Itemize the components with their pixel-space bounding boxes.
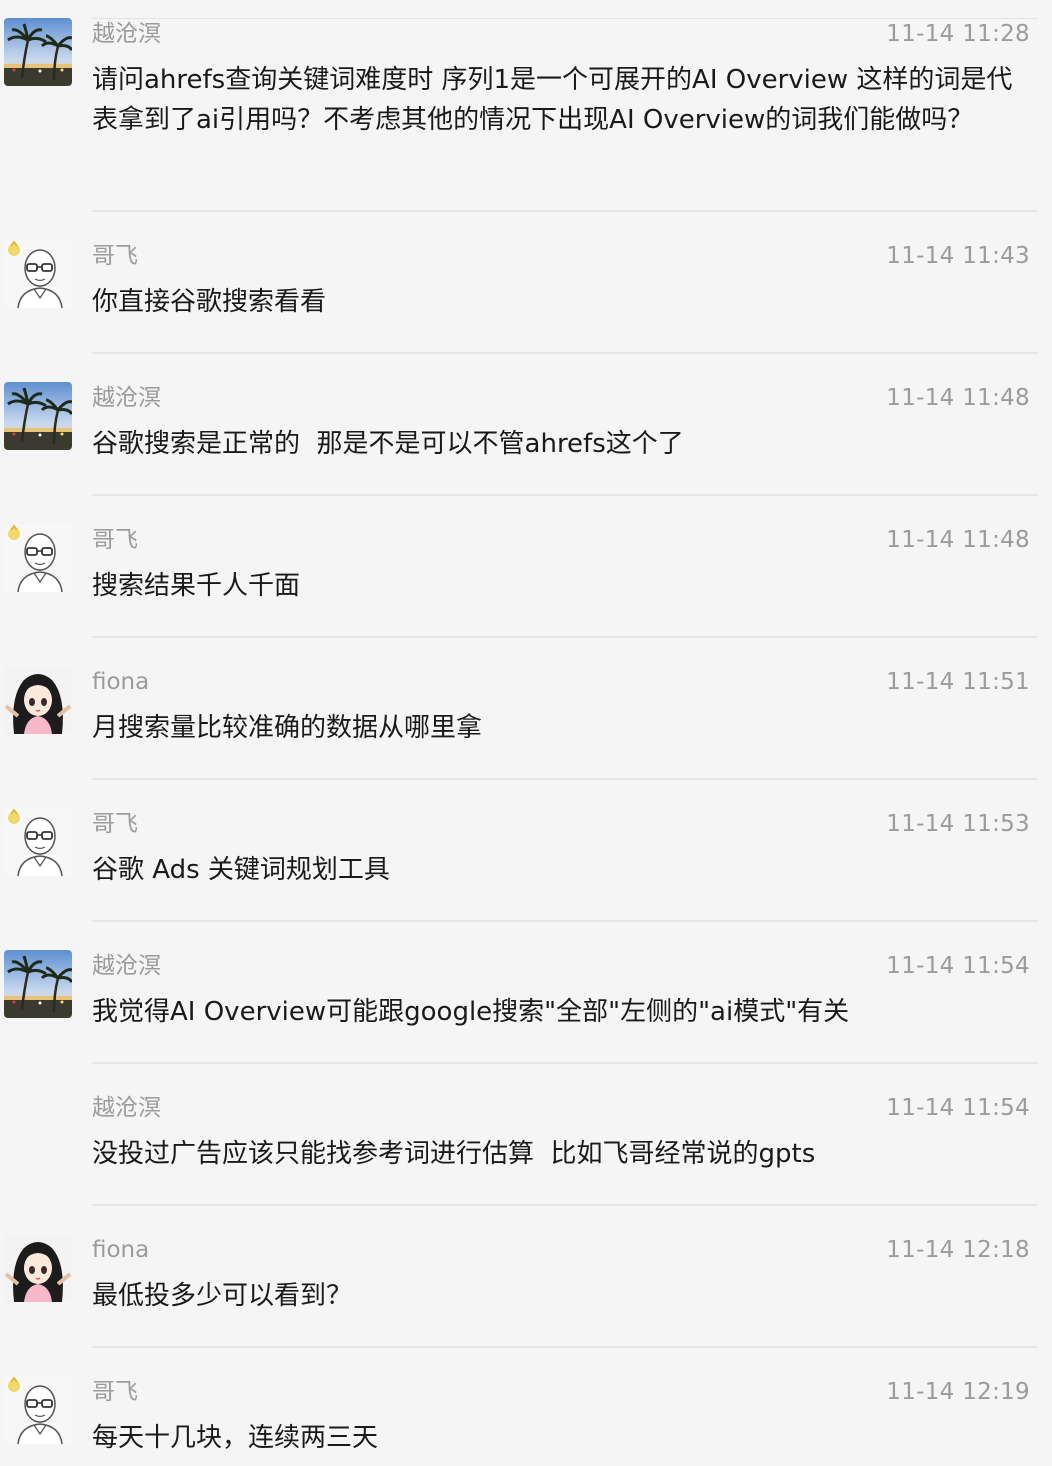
message-divider <box>92 1346 1038 1348</box>
sender-name[interactable]: 越沧溟 <box>92 18 161 50</box>
sender-name[interactable]: fiona <box>92 1234 149 1266</box>
sender-name[interactable]: 哥飞 <box>92 240 138 272</box>
message-timestamp: 11-14 11:43 <box>886 243 1030 269</box>
message-timestamp: 11-14 12:19 <box>886 1379 1030 1405</box>
sender-name[interactable]: 越沧溟 <box>92 1092 161 1124</box>
sender-name[interactable]: 越沧溟 <box>92 382 161 414</box>
message-divider <box>92 494 1038 496</box>
bald-glasses-avatar[interactable] <box>4 240 72 308</box>
palm-beach-avatar[interactable] <box>4 18 72 86</box>
message-timestamp: 11-14 11:28 <box>886 21 1030 47</box>
message-text[interactable]: 搜索结果千人千面 <box>92 566 1022 606</box>
message-timestamp: 11-14 11:51 <box>886 669 1030 695</box>
anime-girl-avatar[interactable] <box>4 666 72 734</box>
message-divider <box>92 1204 1038 1206</box>
palm-beach-avatar[interactable] <box>4 382 72 450</box>
sender-name[interactable]: 哥飞 <box>92 524 138 556</box>
sender-name[interactable]: 越沧溟 <box>92 950 161 982</box>
message-timestamp: 11-14 11:48 <box>886 527 1030 553</box>
message-text[interactable]: 没投过广告应该只能找参考词进行估算 比如飞哥经常说的gpts <box>92 1134 1022 1174</box>
message-text[interactable]: 谷歌 Ads 关键词规划工具 <box>92 850 1022 890</box>
message-timestamp: 11-14 11:54 <box>886 953 1030 979</box>
bald-glasses-avatar[interactable] <box>4 808 72 876</box>
message-divider <box>92 778 1038 780</box>
message-text[interactable]: 最低投多少可以看到？ <box>92 1276 1022 1316</box>
message-timestamp: 11-14 11:54 <box>886 1095 1030 1121</box>
sender-name[interactable]: fiona <box>92 666 149 698</box>
message-text[interactable]: 谷歌搜索是正常的 那是不是可以不管ahrefs这个了 <box>92 424 1022 464</box>
bald-glasses-avatar[interactable] <box>4 524 72 592</box>
message-divider <box>92 636 1038 638</box>
message-text[interactable]: 月搜索量比较准确的数据从哪里拿 <box>92 708 1022 748</box>
message-divider <box>92 210 1038 212</box>
sender-name[interactable]: 哥飞 <box>92 1376 138 1408</box>
message-divider <box>92 1062 1038 1064</box>
message-text[interactable]: 请问ahrefs查询关键词难度时 序列1是一个可展开的AI Overview 这… <box>92 60 1022 140</box>
palm-beach-avatar[interactable] <box>4 950 72 1018</box>
message-timestamp: 11-14 12:18 <box>886 1237 1030 1263</box>
message-text[interactable]: 每天十几块，连续两三天 <box>92 1418 1022 1458</box>
message-text[interactable]: 你直接谷歌搜索看看 <box>92 282 1022 322</box>
anime-girl-avatar[interactable] <box>4 1234 72 1302</box>
sender-name[interactable]: 哥飞 <box>92 808 138 840</box>
message-text[interactable]: 我觉得AI Overview可能跟google搜索"全部"左侧的"ai模式"有关 <box>92 992 1022 1032</box>
message-divider <box>92 920 1038 922</box>
bald-glasses-avatar[interactable] <box>4 1376 72 1444</box>
message-divider <box>92 352 1038 354</box>
message-timestamp: 11-14 11:53 <box>886 811 1030 837</box>
message-timestamp: 11-14 11:48 <box>886 385 1030 411</box>
